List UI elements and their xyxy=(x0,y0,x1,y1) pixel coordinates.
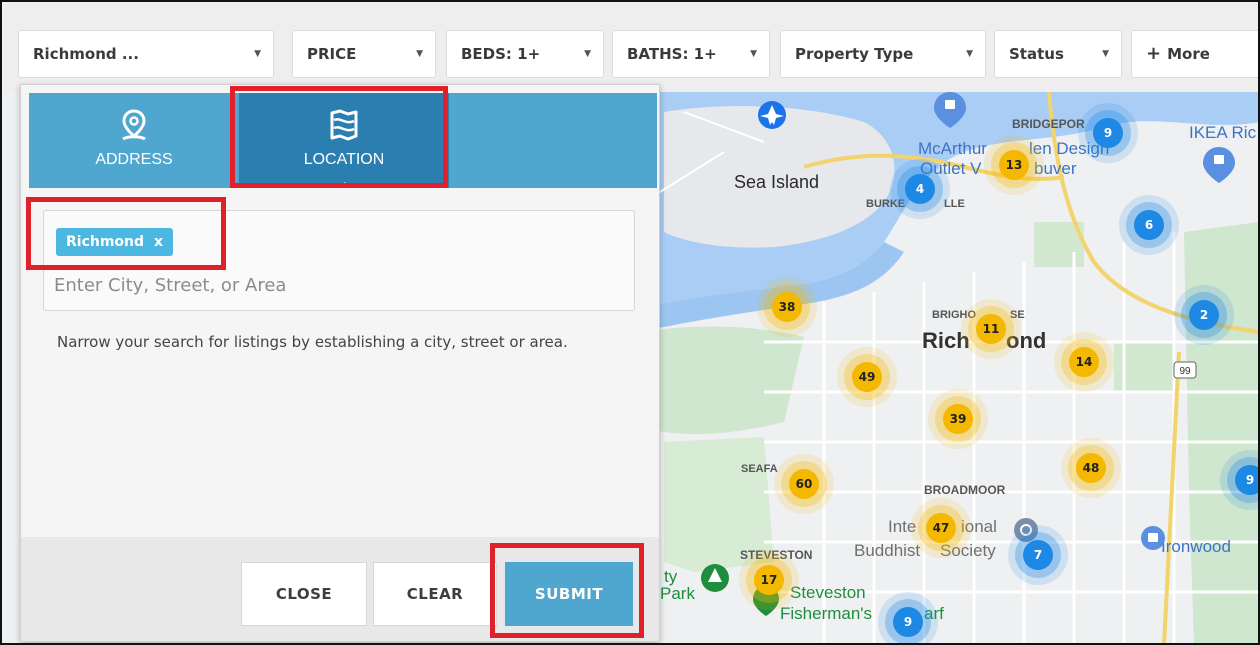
listing-cluster-marker[interactable]: 48 xyxy=(1061,438,1121,498)
listing-cluster-count: 7 xyxy=(1034,548,1042,562)
location-search-panel: ADDRESS LOCATION Richmond x Narrow your s… xyxy=(20,84,660,642)
listing-cluster-count: 14 xyxy=(1076,355,1093,369)
listing-cluster-count: 13 xyxy=(1006,158,1023,172)
listing-cluster-marker[interactable]: 13 xyxy=(984,135,1044,195)
listing-cluster-count: 60 xyxy=(796,477,813,491)
listing-cluster-marker[interactable]: 7 xyxy=(1008,525,1068,585)
listing-cluster-count: 9 xyxy=(1104,126,1112,140)
chevron-down-icon: ▼ xyxy=(750,49,757,59)
map-label-mcarthur: McArthur xyxy=(918,139,987,158)
tab-location-label: LOCATION xyxy=(303,151,385,168)
location-chip: Richmond x xyxy=(56,228,174,256)
listing-cluster-marker[interactable]: 14 xyxy=(1054,332,1114,392)
tab-address-label: ADDRESS xyxy=(95,151,173,168)
listing-cluster-count: 9 xyxy=(1246,473,1254,487)
location-chip-label: Richmond xyxy=(66,234,145,250)
map-pin-icon xyxy=(122,109,146,141)
baths-filter-label: BATHS: 1+ xyxy=(627,45,717,63)
map-area-icon xyxy=(330,109,358,141)
listing-cluster-count: 48 xyxy=(1083,461,1100,475)
more-filters-label: More xyxy=(1167,45,1210,63)
chevron-down-icon: ▼ xyxy=(1102,49,1109,59)
listing-cluster-count: 9 xyxy=(904,615,912,629)
price-filter-label: PRICE xyxy=(307,45,357,63)
map-label-sea-island: Sea Island xyxy=(734,172,819,192)
park-tree-icon xyxy=(701,564,729,592)
listing-cluster-marker[interactable]: 2 xyxy=(1174,285,1234,345)
listing-cluster-count: 39 xyxy=(950,412,967,426)
map-label-park: Park xyxy=(660,584,695,603)
listing-cluster-count: 4 xyxy=(916,182,924,196)
listing-cluster-marker[interactable]: 6 xyxy=(1119,195,1179,255)
map-label-fishermans: Fisherman's xyxy=(780,604,872,623)
price-filter-dropdown[interactable]: PRICE ▼ xyxy=(292,30,436,78)
listing-cluster-count: 38 xyxy=(779,300,796,314)
map-label-ironwood: Ironwood xyxy=(1161,537,1231,556)
status-filter-label: Status xyxy=(1009,45,1064,63)
active-tab-indicator xyxy=(339,182,351,188)
location-filter-label: Richmond ... xyxy=(33,45,139,63)
baths-filter-dropdown[interactable]: BATHS: 1+ ▼ xyxy=(612,30,770,78)
listing-cluster-marker[interactable]: 9 xyxy=(1078,103,1138,163)
map-label-seafair: SEAFA xyxy=(741,463,778,475)
clear-button[interactable]: CLEAR xyxy=(373,562,497,626)
listing-cluster-marker[interactable]: 49 xyxy=(837,347,897,407)
chevron-down-icon: ▼ xyxy=(254,49,261,59)
plus-icon: + xyxy=(1146,43,1162,64)
location-filter-dropdown[interactable]: Richmond ... ▼ xyxy=(18,30,274,78)
listing-cluster-marker[interactable]: 39 xyxy=(928,389,988,449)
map-label-bridgeport: BRIDGEPOR xyxy=(1012,117,1085,131)
map-label-ikea: IKEA Ric xyxy=(1189,123,1257,142)
tab-location[interactable]: LOCATION xyxy=(239,93,449,188)
listing-cluster-count: 6 xyxy=(1145,218,1153,232)
listing-cluster-marker[interactable]: 17 xyxy=(739,550,799,610)
chevron-down-icon: ▼ xyxy=(584,49,591,59)
map-label-broadmoor: BROADMOOR xyxy=(924,483,1006,497)
submit-button[interactable]: SUBMIT xyxy=(505,562,633,626)
listing-cluster-marker[interactable]: 60 xyxy=(774,454,834,514)
search-mode-tabs: ADDRESS LOCATION xyxy=(29,93,657,188)
more-filters-button[interactable]: + More xyxy=(1131,30,1258,78)
listing-cluster-marker[interactable]: 38 xyxy=(757,277,817,337)
status-filter-dropdown[interactable]: Status ▼ xyxy=(994,30,1122,78)
tab-address[interactable]: ADDRESS xyxy=(29,93,239,188)
map-label-steveston-town: Steveston xyxy=(790,583,866,602)
location-input-box[interactable]: Richmond x xyxy=(43,210,635,311)
location-help-text: Narrow your search for listings by estab… xyxy=(57,333,568,351)
remove-chip-icon[interactable]: x xyxy=(154,234,163,250)
close-button[interactable]: CLOSE xyxy=(241,562,367,626)
chevron-down-icon: ▼ xyxy=(416,49,423,59)
listing-cluster-marker[interactable]: 11 xyxy=(961,299,1021,359)
beds-filter-label: BEDS: 1+ xyxy=(461,45,541,63)
listing-cluster-count: 49 xyxy=(859,370,876,384)
listing-cluster-marker[interactable]: 4 xyxy=(890,159,950,219)
listing-cluster-count: 47 xyxy=(933,521,950,535)
screenshot-frame: Sea Island BURKE LLE BRIDGEPOR McArthur … xyxy=(0,0,1260,645)
filter-bar: Richmond ... ▼ PRICE ▼ BEDS: 1+ ▼ BATHS:… xyxy=(4,4,1258,92)
map-label-buddhist: Buddhist xyxy=(854,541,920,560)
listing-cluster-marker[interactable]: 47 xyxy=(911,498,971,558)
ironwood-shopping-icon xyxy=(1141,526,1165,550)
property-type-filter-dropdown[interactable]: Property Type ▼ xyxy=(780,30,986,78)
panel-footer: CLOSE CLEAR SUBMIT xyxy=(21,537,659,641)
airport-icon xyxy=(758,101,786,129)
listing-cluster-count: 11 xyxy=(983,322,1000,336)
chevron-down-icon: ▼ xyxy=(966,49,973,59)
highway-99-label: 99 xyxy=(1179,366,1191,377)
beds-filter-dropdown[interactable]: BEDS: 1+ ▼ xyxy=(446,30,604,78)
property-type-filter-label: Property Type xyxy=(795,45,914,63)
listing-cluster-count: 2 xyxy=(1200,308,1208,322)
listing-cluster-count: 17 xyxy=(761,573,778,587)
location-search-input[interactable] xyxy=(54,271,614,299)
